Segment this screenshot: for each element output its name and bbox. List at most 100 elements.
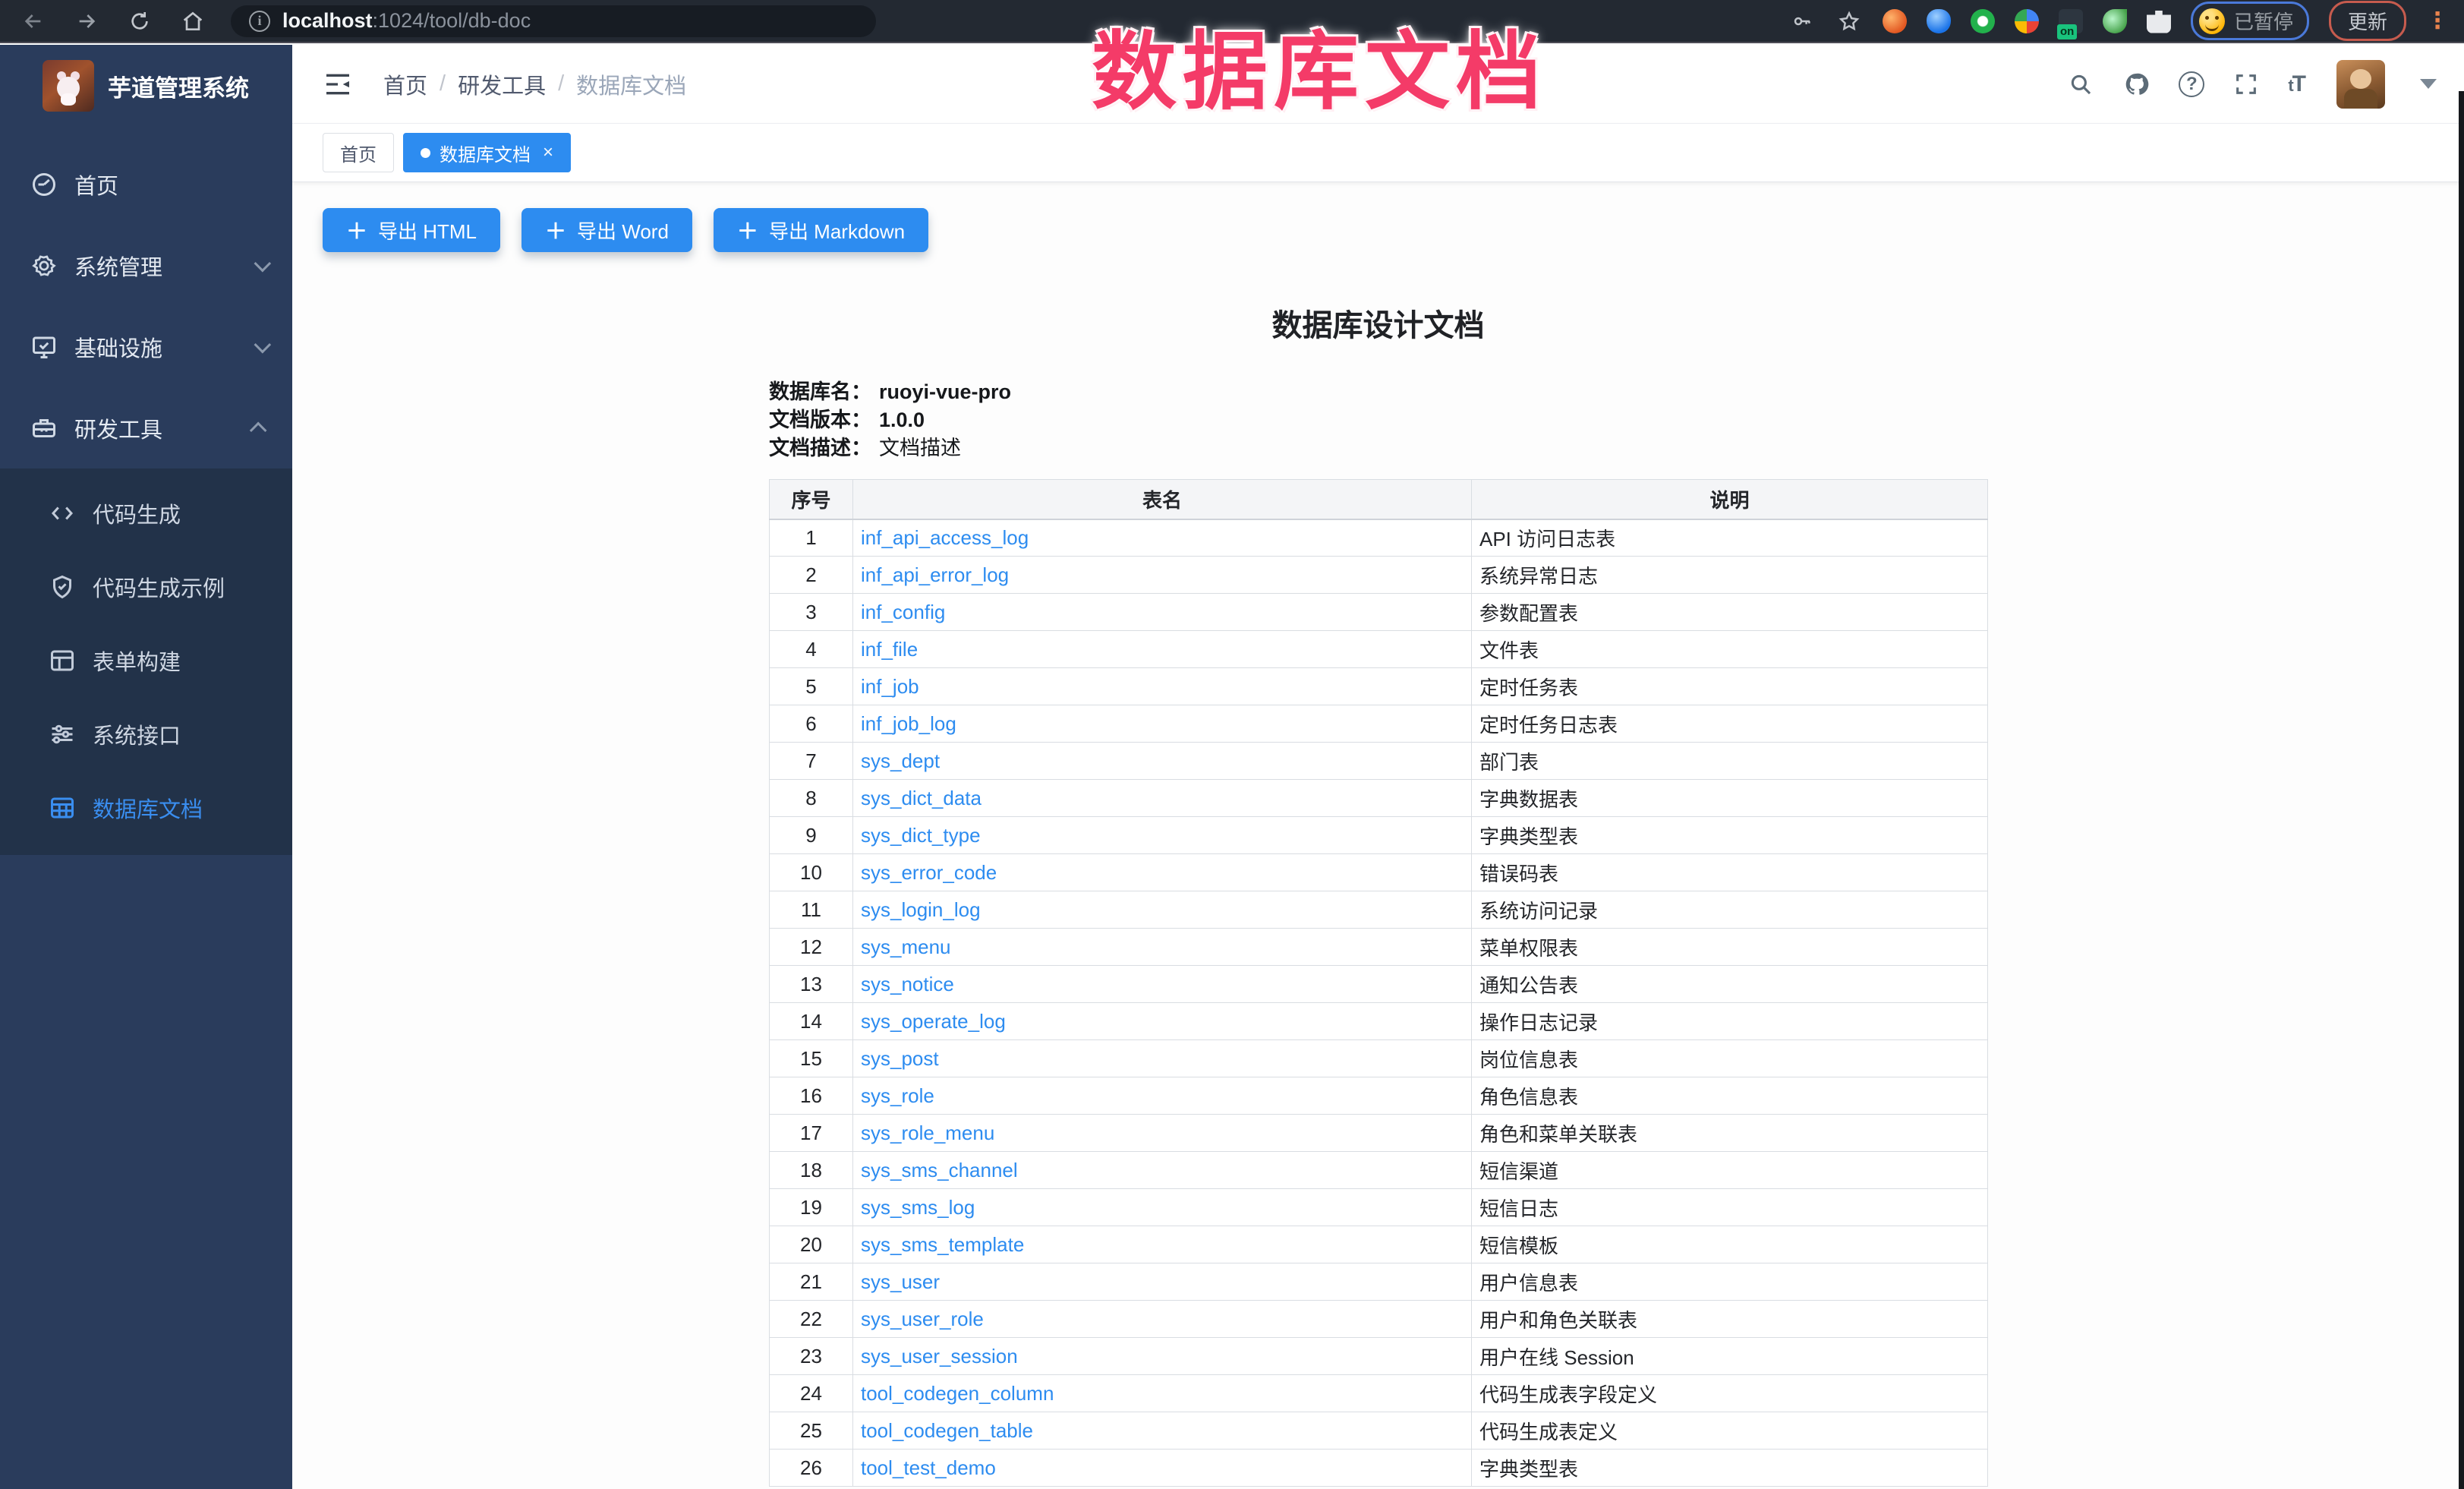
- chrome-update-button[interactable]: 更新: [2329, 1, 2406, 41]
- breadcrumb-item[interactable]: 研发工具: [458, 68, 546, 100]
- github-icon[interactable]: [2122, 70, 2151, 99]
- table-desc: 部门表: [1472, 743, 1988, 780]
- browser-forward-icon[interactable]: [70, 5, 103, 38]
- table-name-link[interactable]: sys_notice: [861, 973, 954, 995]
- extension-icon[interactable]: [1883, 9, 1907, 33]
- user-avatar[interactable]: [2336, 60, 2385, 109]
- table-name-link[interactable]: sys_sms_template: [861, 1233, 1024, 1256]
- extension-icon[interactable]: [1971, 9, 1995, 33]
- gear-icon: [30, 252, 58, 279]
- fullscreen-icon[interactable]: [2232, 70, 2261, 99]
- sliders-icon: [49, 721, 76, 748]
- row-index: 21: [770, 1263, 853, 1301]
- close-icon[interactable]: ×: [543, 142, 553, 163]
- row-index: 9: [770, 817, 853, 854]
- export-html-button[interactable]: ＋ 导出 HTML: [323, 208, 500, 252]
- profile-paused-pill[interactable]: 已暂停: [2191, 2, 2309, 40]
- extension-icon[interactable]: [2015, 9, 2039, 33]
- info-icon[interactable]: i: [249, 11, 270, 32]
- plus-icon: ＋: [346, 215, 367, 245]
- table-name-link[interactable]: inf_config: [861, 601, 945, 623]
- key-icon[interactable]: [1788, 8, 1816, 35]
- table-row: 19sys_sms_log短信日志: [770, 1189, 1988, 1226]
- table-name-link[interactable]: sys_error_code: [861, 861, 997, 884]
- sidebar-item-研发工具[interactable]: 研发工具: [0, 387, 292, 468]
- tag-db-doc[interactable]: 数据库文档 ×: [403, 133, 571, 172]
- sidebar-subitem-表单构建[interactable]: 表单构建: [0, 623, 292, 697]
- table-name-link[interactable]: sys_user: [861, 1270, 940, 1293]
- row-index: 16: [770, 1077, 853, 1115]
- doc-meta-line: 文档版本：1.0.0: [769, 406, 1987, 434]
- search-icon[interactable]: [2066, 70, 2095, 99]
- active-dot: [421, 148, 430, 158]
- browser-reload-icon[interactable]: [123, 5, 156, 38]
- sidebar-subitem-代码生成[interactable]: 代码生成: [0, 476, 292, 550]
- extension-icon[interactable]: [1927, 9, 1951, 33]
- table-name-link[interactable]: tool_test_demo: [861, 1456, 996, 1479]
- extension-icon[interactable]: [2103, 9, 2127, 33]
- sidebar-subitem-数据库文档[interactable]: 数据库文档: [0, 771, 292, 844]
- topbar-icons: ? tT: [2066, 60, 2437, 109]
- export-markdown-button[interactable]: ＋ 导出 Markdown: [714, 208, 928, 252]
- bookmark-star-icon[interactable]: [1835, 8, 1863, 35]
- profile-emoji-icon: [2199, 8, 2225, 34]
- font-size-icon[interactable]: tT: [2288, 71, 2305, 97]
- table-name-link[interactable]: tool_codegen_table: [861, 1419, 1033, 1442]
- doc-meta-line: 数据库名：ruoyi-vue-pro: [769, 378, 1987, 406]
- url-path: :1024/tool/db-doc: [373, 9, 531, 33]
- sidebar-subitem-label: 数据库文档: [93, 792, 203, 824]
- row-index: 4: [770, 631, 853, 668]
- browser-address-bar[interactable]: i localhost:1024/tool/db-doc: [231, 5, 876, 37]
- sidebar-subitem-系统接口[interactable]: 系统接口: [0, 697, 292, 771]
- logo-row[interactable]: 芋道管理系统: [0, 45, 292, 122]
- table-row: 4inf_file文件表: [770, 631, 1988, 668]
- sidebar-subitem-代码生成示例[interactable]: 代码生成示例: [0, 550, 292, 623]
- sidebar-collapse-icon[interactable]: [323, 69, 353, 99]
- table-name-link[interactable]: inf_api_error_log: [861, 563, 1009, 586]
- table-name-link[interactable]: inf_file: [861, 638, 918, 661]
- breadcrumb-item[interactable]: 首页: [383, 68, 427, 100]
- tag-home[interactable]: 首页: [323, 133, 394, 172]
- sidebar-item-基础设施[interactable]: 基础设施: [0, 306, 292, 387]
- sidebar-subitem-label: 表单构建: [93, 645, 181, 677]
- window-scroll-edge[interactable]: [2459, 91, 2464, 1489]
- table-name-link[interactable]: sys_login_log: [861, 898, 981, 921]
- row-index: 2: [770, 557, 853, 594]
- doc-meta: 数据库名：ruoyi-vue-pro文档版本：1.0.0文档描述：文档描述: [769, 378, 1987, 462]
- table-name-link[interactable]: sys_role_menu: [861, 1121, 994, 1144]
- tables-overview-table: 序号 表名 说明 1inf_api_access_logAPI 访问日志表2in…: [769, 479, 1988, 1487]
- table-name-link[interactable]: sys_operate_log: [861, 1010, 1006, 1033]
- form-icon: [49, 647, 76, 674]
- table-row: 1inf_api_access_logAPI 访问日志表: [770, 519, 1988, 557]
- extension-icon[interactable]: on: [2059, 9, 2083, 33]
- table-name-link[interactable]: sys_sms_log: [861, 1196, 975, 1219]
- browser-back-icon[interactable]: [17, 5, 50, 38]
- browser-menu-icon[interactable]: ⋮: [2426, 10, 2449, 33]
- table-name-link[interactable]: sys_dict_data: [861, 787, 982, 809]
- export-word-button[interactable]: ＋ 导出 Word: [521, 208, 692, 252]
- table-name-link[interactable]: sys_role: [861, 1084, 934, 1107]
- tags-view-bar: 首页 数据库文档 ×: [292, 123, 2464, 182]
- table-name-link[interactable]: sys_sms_channel: [861, 1159, 1018, 1181]
- table-row: 23sys_user_session用户在线 Session: [770, 1338, 1988, 1375]
- sidebar-item-系统管理[interactable]: 系统管理: [0, 225, 292, 306]
- table-name-link[interactable]: sys_dict_type: [861, 824, 981, 847]
- table-name-link[interactable]: tool_codegen_column: [861, 1382, 1054, 1405]
- extensions-puzzle-icon[interactable]: [2147, 9, 2171, 33]
- table-name-link[interactable]: inf_job_log: [861, 712, 956, 735]
- table-name-link[interactable]: sys_menu: [861, 935, 951, 958]
- chevron-down-icon[interactable]: [2420, 79, 2437, 89]
- sidebar-item-首页[interactable]: 首页: [0, 144, 292, 225]
- table-name-link[interactable]: sys_user_session: [861, 1345, 1018, 1368]
- table-name-link[interactable]: inf_api_access_log: [861, 526, 1029, 549]
- table-name-link[interactable]: sys_post: [861, 1047, 939, 1070]
- browser-home-icon[interactable]: [176, 5, 210, 38]
- table-name-link[interactable]: sys_user_role: [861, 1308, 984, 1330]
- sidebar-subitem-label: 系统接口: [93, 718, 181, 750]
- help-icon[interactable]: ?: [2179, 71, 2204, 97]
- table-name-link[interactable]: sys_dept: [861, 749, 940, 772]
- table-desc: 用户和角色关联表: [1472, 1301, 1988, 1338]
- table-name-link[interactable]: inf_job: [861, 675, 919, 698]
- sidebar-menu: 首页系统管理基础设施研发工具: [0, 144, 292, 468]
- table-desc: 系统异常日志: [1472, 557, 1988, 594]
